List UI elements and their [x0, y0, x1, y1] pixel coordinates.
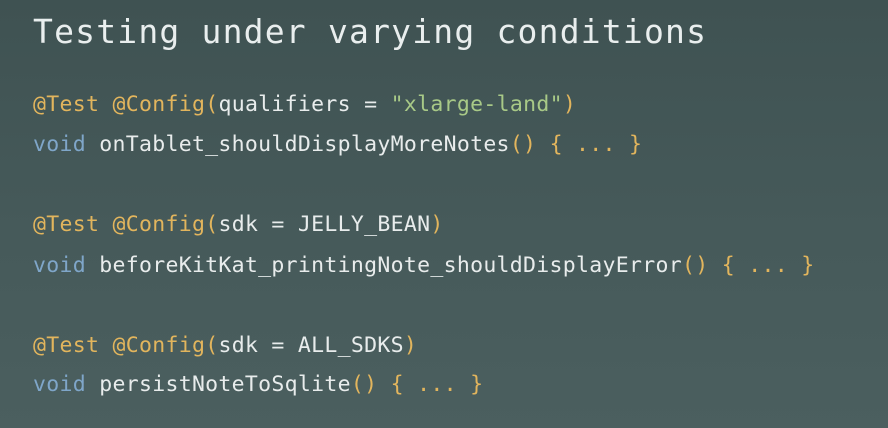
method-line-1: void onTablet_shouldDisplayMoreNotes() {… — [33, 132, 642, 157]
method-name: persistNoteToSqlite — [99, 372, 351, 397]
slide: Testing under varying conditions @Test @… — [0, 0, 888, 428]
annotation-line-3: @Test @Config(sdk = ALL_SDKS) — [33, 333, 417, 358]
method-name: onTablet_shouldDisplayMoreNotes — [99, 132, 510, 157]
config-annotation: @Config — [112, 92, 206, 117]
annotation-line-2: @Test @Config(sdk = JELLY_BEAN) — [33, 212, 444, 237]
method-parens: () — [681, 253, 709, 278]
test-annotation: @Test — [33, 333, 100, 358]
method-body: { ... } — [549, 132, 643, 157]
annotation-line-1: @Test @Config(qualifiers = "xlarge-land"… — [33, 92, 576, 117]
slide-title: Testing under varying conditions — [33, 12, 708, 51]
close-paren: ) — [403, 333, 418, 358]
close-paren: ) — [562, 92, 577, 117]
method-name: beforeKitKat_printingNote_shouldDisplayE… — [99, 253, 682, 278]
config-string: "xlarge-land" — [390, 92, 563, 117]
test-annotation: @Test — [33, 212, 100, 237]
return-type: void — [33, 132, 86, 157]
config-args: sdk = JELLY_BEAN — [218, 212, 431, 237]
return-type: void — [33, 253, 86, 278]
open-paren: ( — [205, 92, 219, 117]
config-args: sdk = ALL_SDKS — [218, 333, 404, 358]
return-type: void — [33, 372, 86, 397]
config-annotation: @Config — [112, 333, 206, 358]
open-paren: ( — [205, 333, 219, 358]
close-paren: ) — [430, 212, 444, 237]
method-body: { ... } — [390, 372, 484, 397]
method-line-3: void persistNoteToSqlite() { ... } — [33, 372, 483, 397]
method-line-2: void beforeKitKat_printingNote_shouldDis… — [33, 253, 814, 278]
method-parens: () — [350, 372, 378, 397]
method-parens: () — [509, 132, 537, 157]
config-annotation: @Config — [112, 212, 206, 237]
config-args: qualifiers = — [218, 92, 391, 117]
test-annotation: @Test — [33, 92, 100, 117]
method-body: { ... } — [721, 253, 815, 278]
open-paren: ( — [205, 212, 219, 237]
